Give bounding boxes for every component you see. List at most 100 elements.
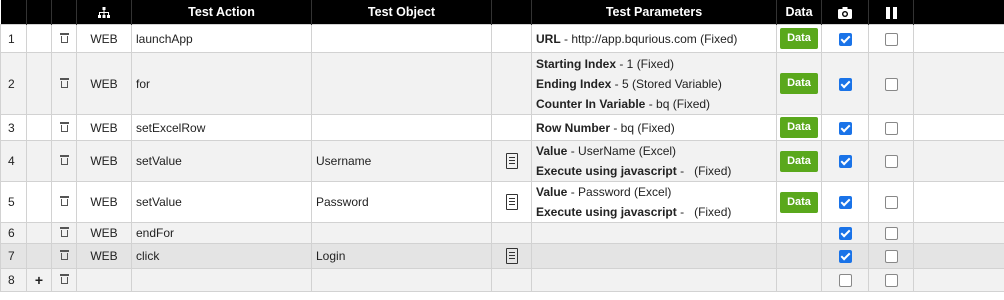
doc-cell bbox=[491, 243, 532, 269]
platform-type: WEB bbox=[76, 140, 132, 182]
test-action-cell[interactable]: setValue bbox=[131, 181, 312, 223]
data-button[interactable]: Data bbox=[780, 117, 818, 138]
screenshot-checkbox[interactable] bbox=[838, 227, 852, 241]
test-action-cell[interactable]: for bbox=[131, 52, 312, 115]
screenshot-cell bbox=[821, 268, 869, 292]
test-action-cell[interactable]: click bbox=[131, 243, 312, 269]
table-row[interactable]: 2 WEB for Starting Index - 1 (Fixed) Ending … bbox=[0, 52, 1004, 115]
data-cell bbox=[776, 243, 822, 269]
camera-icon[interactable] bbox=[821, 0, 869, 25]
delete-cell bbox=[51, 243, 77, 269]
table-row[interactable]: 4 WEB setValue Username Value - UserName (Ex… bbox=[0, 140, 1004, 182]
table-row[interactable]: 6 WEB endFor bbox=[0, 222, 1004, 244]
screenshot-checkbox[interactable] bbox=[838, 274, 852, 288]
extra-cell bbox=[913, 268, 1004, 292]
pause-icon[interactable] bbox=[868, 0, 914, 25]
pause-checkbox[interactable] bbox=[884, 227, 898, 241]
pause-checkbox[interactable] bbox=[884, 77, 898, 91]
trash-icon[interactable] bbox=[59, 77, 69, 88]
data-button[interactable]: Data bbox=[780, 150, 818, 172]
pause-checkbox[interactable] bbox=[884, 250, 898, 264]
test-parameters-cell[interactable]: Row Number - bq (Fixed) bbox=[531, 114, 777, 141]
pause-checkbox[interactable] bbox=[884, 155, 898, 169]
screenshot-checkbox[interactable] bbox=[838, 121, 852, 135]
table-row[interactable]: 5 WEB setValue Password Value - Password (Ex… bbox=[0, 181, 1004, 223]
test-object-cell[interactable]: Login bbox=[311, 243, 492, 269]
header-data[interactable]: Data bbox=[776, 0, 822, 25]
parameter-name: Counter In Variable bbox=[536, 96, 646, 111]
test-object-cell[interactable] bbox=[311, 268, 492, 292]
parameter-name: Execute using javascript bbox=[536, 164, 677, 178]
header-test-action[interactable]: Test Action bbox=[131, 0, 312, 25]
header-test-parameters[interactable]: Test Parameters bbox=[531, 0, 777, 25]
parameter-line: Starting Index - 1 (Fixed) bbox=[536, 54, 772, 74]
document-icon[interactable] bbox=[505, 153, 518, 169]
trash-icon[interactable] bbox=[59, 250, 69, 260]
test-parameters-cell[interactable] bbox=[531, 268, 777, 292]
test-object-cell[interactable]: Username bbox=[311, 140, 492, 182]
header-doc bbox=[491, 0, 532, 25]
add-cell bbox=[26, 24, 52, 53]
document-icon[interactable] bbox=[505, 194, 518, 210]
pause-checkbox[interactable] bbox=[884, 121, 898, 135]
data-button[interactable]: Data bbox=[780, 28, 818, 49]
plus-icon[interactable]: + bbox=[35, 272, 43, 288]
test-parameters-cell[interactable]: Value - UserName (Excel) Execute using ja… bbox=[531, 140, 777, 182]
test-parameters-cell[interactable] bbox=[531, 243, 777, 269]
test-action-cell[interactable]: setValue bbox=[131, 140, 312, 182]
test-action-cell[interactable]: launchApp bbox=[131, 24, 312, 53]
extra-cell bbox=[913, 52, 1004, 115]
parameter-line: Ending Index - 5 (Stored Variable) bbox=[536, 74, 772, 94]
header-test-object[interactable]: Test Object bbox=[311, 0, 492, 25]
delete-cell bbox=[51, 181, 77, 223]
add-cell bbox=[26, 114, 52, 141]
trash-icon[interactable] bbox=[59, 196, 69, 206]
test-object-cell[interactable] bbox=[311, 222, 492, 244]
trash-icon[interactable] bbox=[59, 227, 69, 237]
pause-cell bbox=[868, 24, 914, 53]
pause-checkbox[interactable] bbox=[884, 32, 898, 46]
parameter-line: Counter In Variable - bq (Fixed) bbox=[536, 94, 772, 114]
table-row[interactable]: 3 WEB setExcelRow Row Number - bq (Fixed) Da… bbox=[0, 114, 1004, 141]
test-action-cell[interactable] bbox=[131, 268, 312, 292]
parameter-name: Starting Index bbox=[536, 56, 617, 71]
test-object-cell[interactable] bbox=[311, 24, 492, 53]
parameter-name: Value bbox=[536, 144, 568, 158]
parameter-value: - UserName (Excel) bbox=[567, 144, 677, 158]
test-parameters-cell[interactable]: URL - http://app.bqurious.com (Fixed) bbox=[531, 24, 777, 53]
trash-icon[interactable] bbox=[59, 121, 69, 132]
test-parameters-cell[interactable]: Starting Index - 1 (Fixed) Ending Index -… bbox=[531, 52, 777, 115]
table-row[interactable]: 7 WEB click Login bbox=[0, 243, 1004, 269]
platform-type bbox=[76, 268, 132, 292]
trash-icon[interactable] bbox=[59, 32, 69, 43]
doc-cell bbox=[491, 268, 532, 292]
test-action-cell[interactable]: setExcelRow bbox=[131, 114, 312, 141]
platform-type: WEB bbox=[76, 222, 132, 244]
pause-checkbox[interactable] bbox=[884, 274, 898, 288]
screenshot-checkbox[interactable] bbox=[838, 155, 852, 169]
test-parameters-cell[interactable]: Value - Password (Excel) Execute using ja… bbox=[531, 181, 777, 223]
test-object-cell[interactable] bbox=[311, 52, 492, 115]
hierarchy-icon[interactable] bbox=[76, 0, 132, 25]
screenshot-checkbox[interactable] bbox=[838, 77, 852, 91]
table-row[interactable]: 1 WEB launchApp URL - http://app.bqurious.c… bbox=[0, 24, 1004, 53]
test-parameters-cell[interactable] bbox=[531, 222, 777, 244]
data-button[interactable]: Data bbox=[780, 191, 818, 213]
document-icon[interactable] bbox=[505, 248, 518, 264]
screenshot-checkbox[interactable] bbox=[838, 196, 852, 210]
test-object-cell[interactable]: Password bbox=[311, 181, 492, 223]
screenshot-cell bbox=[821, 243, 869, 269]
trash-icon[interactable] bbox=[59, 155, 69, 165]
test-action-cell[interactable]: endFor bbox=[131, 222, 312, 244]
test-object-cell[interactable] bbox=[311, 114, 492, 141]
screenshot-checkbox[interactable] bbox=[838, 250, 852, 264]
table-row[interactable]: 8 + bbox=[0, 268, 1004, 292]
parameter-value: - bq (Fixed) bbox=[645, 96, 711, 111]
trash-icon[interactable] bbox=[59, 274, 69, 284]
screenshot-checkbox[interactable] bbox=[838, 32, 852, 46]
pause-cell bbox=[868, 140, 914, 182]
pause-checkbox[interactable] bbox=[884, 196, 898, 210]
data-cell: Data bbox=[776, 140, 822, 182]
header-num bbox=[0, 0, 27, 25]
data-button[interactable]: Data bbox=[780, 73, 818, 94]
